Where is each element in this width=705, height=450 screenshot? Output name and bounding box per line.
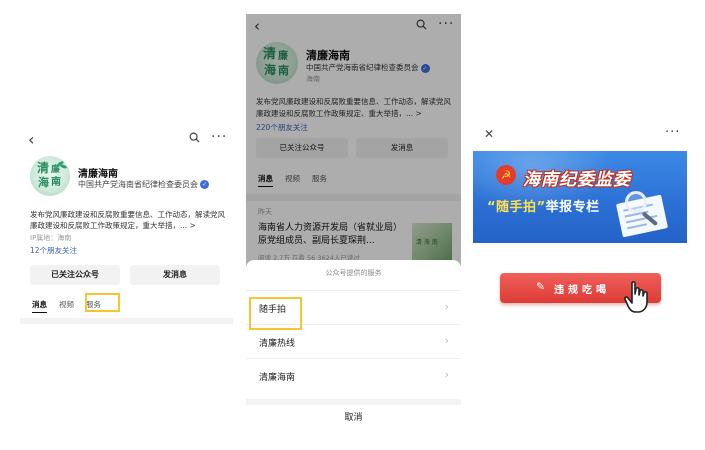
service-item-qinglian-hainan[interactable]: 清廉海南 ›	[246, 358, 461, 392]
palm-leaf-icon	[59, 163, 68, 170]
services-sheet-screen: ‹ ··· 清 廉 海 南 清廉海南 中国共产党海南省纪律检查委员会 ✓ 海南 发…	[246, 14, 461, 434]
close-icon[interactable]: ✕	[484, 128, 494, 140]
banner-title: 海南纪委监委	[523, 170, 631, 190]
section-divider	[20, 318, 233, 324]
logo-char: 清	[37, 161, 50, 175]
quote-open: “	[487, 200, 497, 215]
subtitle-rest: 举报专栏	[545, 200, 600, 215]
cancel-button[interactable]: 取消	[246, 410, 461, 423]
followed-button[interactable]: 已关注公众号	[30, 265, 120, 285]
magnifier-icon	[625, 191, 647, 213]
services-tab-highlight	[85, 293, 120, 312]
more-options-icon[interactable]: ···	[211, 130, 227, 144]
chevron-right-icon: ›	[444, 368, 449, 381]
logo-char: 廉	[51, 165, 61, 175]
pen-icon: ✎	[536, 280, 546, 293]
services-bottom-sheet: 公众号提供的服务 随手拍 › 清廉热线 › 清廉海南 › 取消	[246, 260, 461, 434]
report-banner: ☭ 海南纪委监委 “随手拍”举报专栏	[473, 151, 687, 243]
hand-pointer-icon	[623, 280, 653, 314]
account-profile-screen: ‹ ··· 清 廉 海 南 清廉海南 中国共产党海南省纪律检查委员会 ✓ 发布党风…	[20, 128, 233, 324]
chevron-right-icon: ›	[444, 300, 449, 313]
service-label: 清廉热线	[259, 339, 296, 349]
more-options-icon[interactable]: ···	[665, 126, 680, 139]
tab-messages[interactable]: 消息	[32, 299, 47, 313]
sheet-title: 公众号提供的服务	[325, 269, 382, 277]
logo-char: 南	[51, 177, 61, 188]
verified-icon: ✓	[200, 180, 209, 189]
tab-videos[interactable]: 视频	[59, 299, 74, 313]
account-org: 中国共产党海南省纪律检查委员会 ✓	[78, 179, 209, 190]
friends-following-link[interactable]: 12个朋友关注	[30, 245, 77, 256]
search-icon[interactable]	[189, 132, 200, 146]
report-button-label: 违规吃喝	[554, 285, 610, 296]
report-page-screen: ✕ ··· ☭ 海南纪委监委 “随手拍”举报专栏 ✎ 违规吃喝	[473, 123, 687, 318]
account-description[interactable]: 发布党风廉政建设和反腐败重要信息、工作动态，解读党风廉政建设和反腐败工作政策规定…	[30, 209, 230, 231]
back-icon[interactable]: ‹	[28, 132, 34, 148]
quote-word: 随手拍	[496, 200, 537, 215]
org-text: 中国共产党海南省纪律检查委员会	[78, 180, 198, 189]
sheet-divider	[246, 399, 461, 405]
doc-line	[627, 223, 648, 230]
send-message-button[interactable]: 发消息	[130, 265, 220, 285]
logo-char: 海	[38, 176, 49, 189]
account-name: 清廉海南	[78, 169, 118, 180]
quote-close: ”	[536, 200, 546, 215]
banner-subtitle: “随手拍”举报专栏	[487, 196, 600, 215]
suishoupai-highlight	[249, 297, 302, 330]
account-logo: 清 廉 海 南	[30, 156, 70, 196]
ip-location: IP属地：海南	[30, 234, 72, 242]
party-emblem-icon: ☭	[496, 165, 516, 185]
chevron-right-icon: ›	[444, 334, 449, 347]
service-label: 清廉海南	[259, 373, 296, 383]
